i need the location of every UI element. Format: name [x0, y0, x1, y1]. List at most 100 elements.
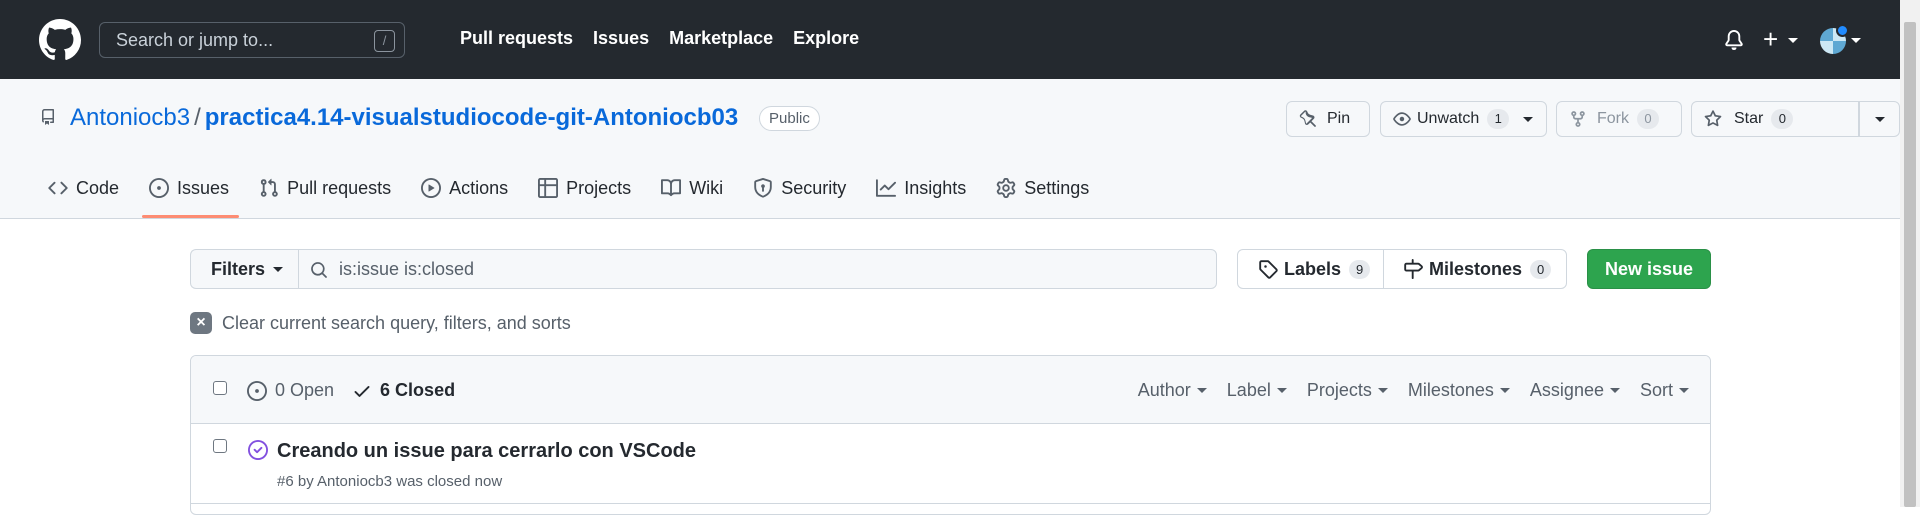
tab-pull-requests[interactable]: Pull requests: [259, 173, 391, 203]
tab-actions[interactable]: Actions: [421, 173, 508, 203]
tab-settings[interactable]: Settings: [996, 173, 1089, 203]
new-issue-button[interactable]: New issue: [1587, 249, 1711, 289]
code-icon: [48, 181, 68, 195]
select-all-checkbox[interactable]: [213, 381, 227, 395]
chevron-down-icon: [1609, 388, 1620, 393]
milestone-icon: [1404, 259, 1423, 279]
issue-meta: #6 by Antoniocb3 was closed now: [277, 473, 503, 490]
author-filter[interactable]: Author: [1138, 380, 1207, 401]
issues-list-header: 0 Open 6 Closed Author Label Projects Mi…: [191, 356, 1710, 424]
repo-icon: [42, 109, 54, 125]
tab-code[interactable]: Code: [48, 173, 119, 203]
assignee-filter[interactable]: Assignee: [1530, 380, 1620, 401]
issue-state-toggle: 0 Open 6 Closed: [247, 380, 473, 401]
label-filter[interactable]: Label: [1227, 380, 1287, 401]
pin-button[interactable]: Pin: [1286, 101, 1370, 137]
check-icon: [354, 385, 370, 397]
nav-explore[interactable]: Explore: [793, 28, 859, 49]
labels-milestones-divider: [1383, 250, 1384, 288]
create-new-chevron-down-icon[interactable]: [1788, 38, 1798, 43]
chevron-down-icon: [1499, 388, 1510, 393]
closed-issues-link[interactable]: 6 Closed: [352, 380, 455, 401]
issue-opened-icon: [247, 380, 267, 401]
nav-pull-requests[interactable]: Pull requests: [460, 28, 573, 49]
create-new-plus-icon[interactable]: +: [1763, 26, 1778, 52]
tab-projects[interactable]: Projects: [538, 173, 631, 203]
tab-security[interactable]: Security: [753, 173, 846, 203]
tab-issues-label: Issues: [177, 177, 230, 198]
star-button[interactable]: Star 0: [1691, 101, 1859, 137]
issue-opened-icon: [149, 178, 170, 198]
shield-icon: [754, 178, 772, 198]
clear-filters-link[interactable]: × Clear current search query, filters, a…: [190, 312, 571, 334]
star-list-dropdown-button[interactable]: [1859, 101, 1900, 137]
tab-wiki[interactable]: Wiki: [661, 173, 723, 203]
milestones-button[interactable]: Milestones 0: [1403, 250, 1552, 288]
tab-actions-label: Actions: [449, 177, 509, 198]
chevron-down-icon: [1377, 388, 1388, 393]
github-logo-icon[interactable]: [39, 19, 81, 61]
tab-pull-requests-label: Pull requests: [287, 177, 392, 198]
pin-icon: [1299, 110, 1316, 127]
unwatch-button[interactable]: Unwatch 1: [1380, 101, 1547, 137]
table-icon: [538, 178, 559, 198]
tab-code-label: Code: [76, 177, 120, 198]
issue-title-link[interactable]: Creando un issue para cerrarlo con VSCod…: [277, 440, 696, 463]
chevron-down-icon: [1276, 388, 1287, 393]
tab-insights-label: Insights: [904, 177, 967, 198]
user-menu-chevron-down-icon[interactable]: [1851, 38, 1861, 43]
watch-count: 1: [1487, 109, 1510, 129]
tab-settings-label: Settings: [1024, 177, 1090, 198]
labels-count: 9: [1349, 259, 1371, 279]
repo-tabs: Code Issues Pull requests Actions Projec…: [48, 173, 1119, 203]
unwatch-label: Unwatch: [1417, 110, 1480, 127]
issue-search-query: is:issue is:closed: [339, 258, 475, 279]
open-issues-link[interactable]: 0 Open: [247, 380, 334, 401]
issues-list: 0 Open 6 Closed Author Label Projects Mi…: [190, 355, 1711, 515]
issue-select-checkbox[interactable]: [213, 439, 227, 453]
tab-insights[interactable]: Insights: [876, 173, 966, 203]
table-row: Creando un issue para cerrarlo con VSCod…: [191, 424, 1710, 504]
tab-issues[interactable]: Issues: [149, 173, 229, 203]
global-nav: Pull requests Issues Marketplace Explore: [460, 28, 879, 49]
repo-title: Antoniocb3/practica4.14-visualstudiocode…: [70, 104, 738, 132]
labels-label: Labels: [1284, 258, 1342, 279]
star-label: Star: [1734, 110, 1764, 127]
sort-filter-label: Sort: [1639, 380, 1673, 400]
tab-wiki-label: Wiki: [689, 177, 724, 198]
fork-label: Fork: [1597, 110, 1629, 127]
tab-projects-label: Projects: [566, 177, 632, 198]
projects-filter[interactable]: Projects: [1307, 380, 1388, 401]
sort-filter[interactable]: Sort: [1640, 380, 1689, 401]
issue-sort-filters: Author Label Projects Milestones Assigne…: [1138, 380, 1710, 401]
repo-owner-link[interactable]: Antoniocb3: [70, 104, 190, 131]
milestones-count: 0: [1530, 259, 1552, 279]
star-chevron-down-icon: [1874, 116, 1885, 122]
global-header: Search or jump to... / Pull requests Iss…: [0, 0, 1900, 79]
repo-name-link[interactable]: practica4.14-visualstudiocode-git-Antoni…: [205, 104, 738, 131]
watch-chevron-down-icon: [1523, 116, 1534, 122]
milestones-filter[interactable]: Milestones: [1408, 380, 1510, 401]
global-search-input[interactable]: Search or jump to... /: [99, 22, 405, 58]
search-shortcut-key: /: [374, 30, 395, 52]
tab-security-label: Security: [781, 177, 847, 198]
star-count: 0: [1771, 109, 1794, 129]
bell-icon[interactable]: [1724, 29, 1744, 51]
labels-button[interactable]: Labels 9: [1258, 250, 1371, 288]
nav-marketplace[interactable]: Marketplace: [669, 28, 773, 49]
gear-icon: [997, 178, 1016, 198]
git-pull-request-icon: [260, 178, 278, 197]
star-icon: [1704, 110, 1722, 127]
page-scrollbar-thumb[interactable]: [1904, 22, 1916, 507]
filters-label: Filters: [211, 258, 266, 279]
visibility-badge: Public: [759, 106, 820, 131]
filters-dropdown-button[interactable]: Filters: [190, 249, 298, 289]
issue-search-input[interactable]: is:issue is:closed: [298, 249, 1217, 289]
milestones-filter-label: Milestones: [1407, 380, 1494, 400]
fork-button[interactable]: Fork 0: [1556, 101, 1682, 137]
nav-issues[interactable]: Issues: [593, 28, 649, 49]
clear-filters-label: Clear current search query, filters, and…: [222, 312, 571, 333]
chevron-down-icon: [1679, 388, 1689, 393]
projects-filter-label: Projects: [1306, 380, 1372, 400]
tag-icon: [1259, 260, 1278, 279]
